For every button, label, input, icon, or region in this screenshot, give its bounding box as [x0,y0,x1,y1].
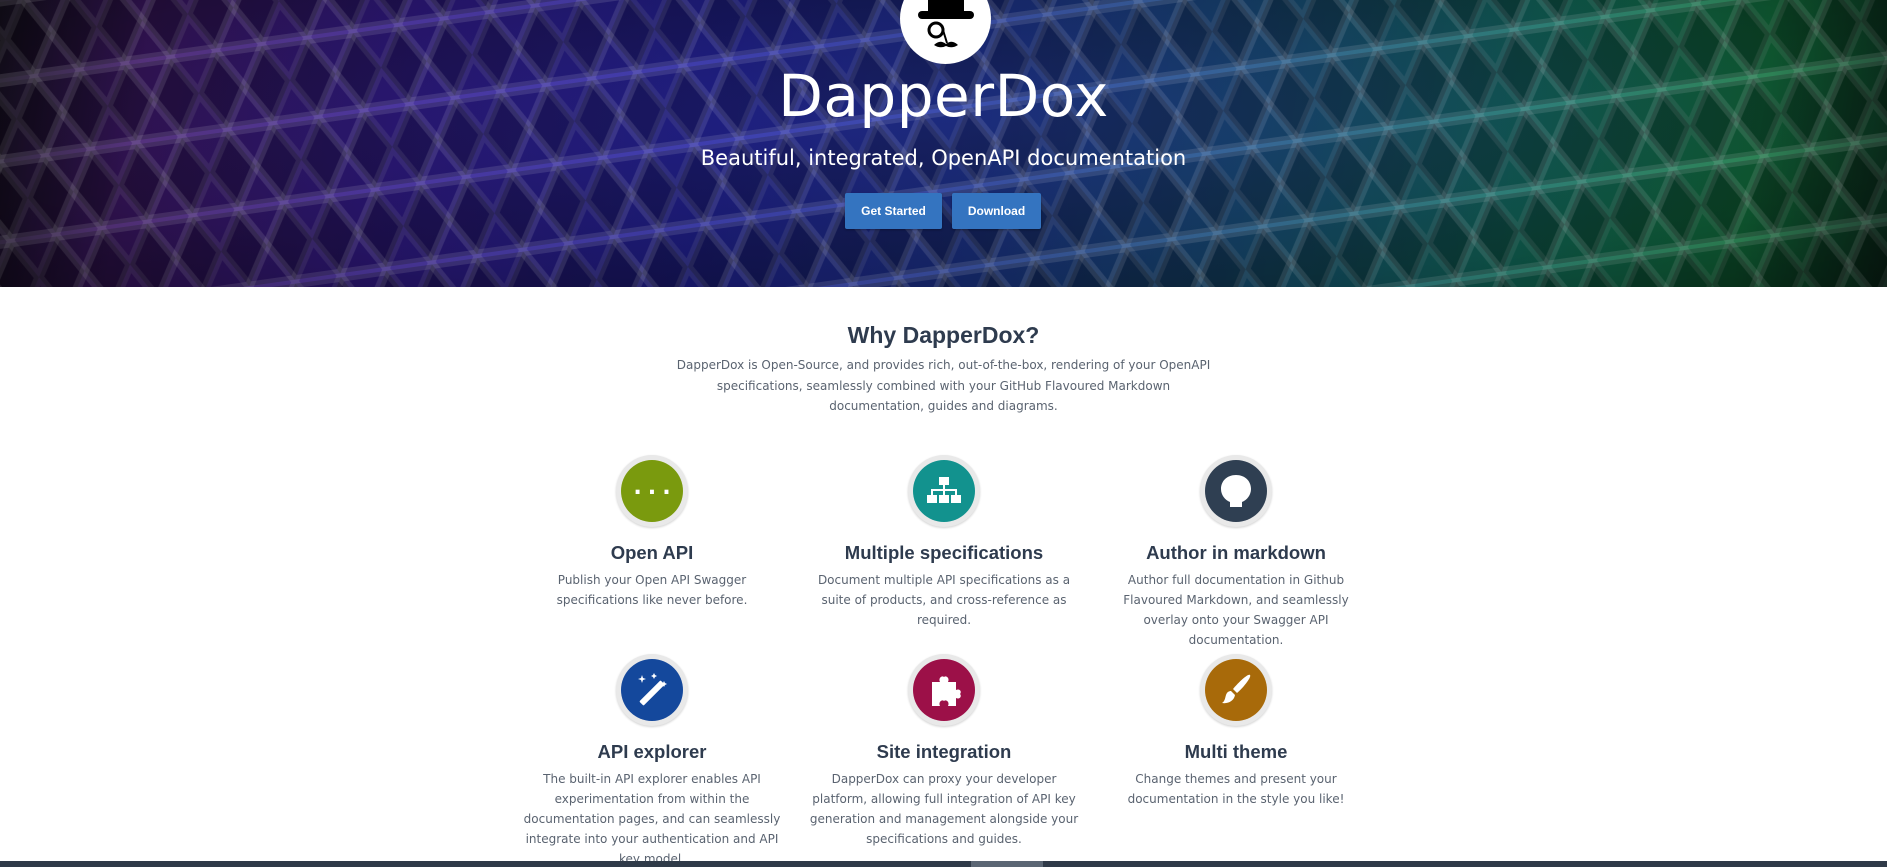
sitemap-icon [913,460,975,522]
magic-wand-icon [621,659,683,721]
download-button[interactable]: Download [952,193,1041,229]
feature-description: DapperDox can proxy your developer platf… [809,772,1079,846]
feature-icon-badge [616,654,688,726]
feature-icon-badge: {···} [616,455,688,527]
feature-description: Publish your Open API Swagger specificat… [556,573,748,607]
feature-icon-badge [1200,654,1272,726]
get-started-button[interactable]: Get Started [845,193,942,229]
paintbrush-icon [1205,659,1267,721]
feature-title: API explorer [597,741,707,762]
site-tagline: Beautiful, integrated, OpenAPI documenta… [700,146,1187,170]
feature-icon-badge [908,455,980,527]
feature-title: Site integration [876,741,1012,762]
svg-text:{···}: {···} [632,478,672,506]
feature-description: Change themes and present your documenta… [1127,772,1345,806]
curly-braces-icon: {···} [621,460,683,522]
horizontal-scrollbar[interactable] [0,861,1887,867]
feature-description: Document multiple API specifications as … [817,573,1071,627]
scrollbar-thumb[interactable] [971,861,1043,867]
hero-banner: DapperDox Beautiful, integrated, OpenAPI… [0,0,1887,287]
github-icon [1205,460,1267,522]
why-heading: Why DapperDox? [847,322,1040,348]
feature-title: Multi theme [1184,741,1288,762]
feature-title: Multiple specifications [844,542,1044,563]
feature-icon-badge [1200,455,1272,527]
feature-description: The built-in API explorer enables API ex… [523,772,781,866]
feature-icon-badge [908,654,980,726]
why-intro: DapperDox is Open-Source, and provides r… [676,358,1211,413]
puzzle-piece-icon [913,659,975,721]
feature-description: Author full documentation in Github Flav… [1123,573,1349,647]
feature-title: Author in markdown [1146,542,1326,563]
feature-title: Open API [610,542,694,563]
site-title: DapperDox [778,62,1109,130]
